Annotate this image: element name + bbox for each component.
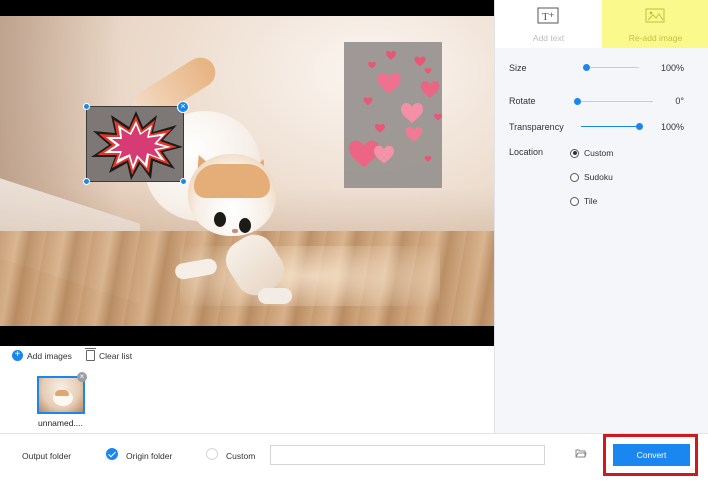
transparency-slider-knob[interactable]	[636, 123, 643, 130]
rotate-slider[interactable]	[574, 98, 653, 105]
tab-re-add-image-label: Re-add image	[628, 33, 683, 43]
location-option-sudoku-label: Sudoku	[584, 172, 613, 182]
image-thumbnail[interactable]	[37, 376, 85, 414]
resize-handle-top-left[interactable]	[83, 103, 90, 110]
transparency-label: Transparency	[509, 122, 564, 132]
starburst-watermark[interactable]: ×	[83, 101, 189, 185]
origin-folder-radio[interactable]	[106, 448, 118, 460]
origin-folder-label: Origin folder	[126, 451, 173, 461]
bottom-bar: Output folder Origin folder Custom Conve…	[0, 433, 708, 489]
transparency-slider[interactable]	[581, 123, 643, 130]
trash-icon	[85, 348, 96, 361]
remove-watermark-icon[interactable]: ×	[177, 101, 189, 113]
output-folder-label: Output folder	[22, 451, 72, 461]
image-preview: ×	[0, 0, 494, 346]
tab-add-text-label: Add text	[532, 33, 565, 43]
starburst-icon	[91, 111, 183, 180]
hearts-icon	[349, 50, 456, 168]
custom-path-input[interactable]	[270, 445, 545, 465]
custom-folder-radio[interactable]	[206, 448, 218, 460]
settings-panel: T + Add text Re-add image Size 100% Rota…	[494, 0, 708, 433]
image-list: + Add images Clear list × unnamed....	[0, 346, 494, 433]
resize-handle-bottom-right[interactable]	[180, 178, 187, 185]
thumbnail-filename: unnamed....	[38, 418, 83, 428]
location-option-custom[interactable]: Custom	[570, 148, 613, 158]
add-images-label: Add images	[27, 350, 72, 361]
radio-sudoku[interactable]	[570, 172, 579, 182]
clear-list-label: Clear list	[99, 350, 133, 361]
add-text-icon: T +	[537, 7, 559, 24]
location-option-tile-label: Tile	[584, 196, 598, 206]
radio-custom[interactable]	[570, 148, 579, 158]
convert-button[interactable]: Convert	[613, 444, 690, 466]
size-value: 100%	[660, 63, 684, 73]
rotate-value: 0°	[675, 96, 684, 106]
image-icon	[645, 8, 665, 23]
size-label: Size	[509, 63, 527, 73]
remove-image-icon[interactable]: ×	[77, 372, 87, 382]
location-label: Location	[509, 147, 544, 157]
location-option-sudoku[interactable]: Sudoku	[570, 172, 613, 182]
transparency-value: 100%	[660, 122, 684, 132]
rotate-label: Rotate	[509, 96, 536, 106]
tab-re-add-image[interactable]: Re-add image	[602, 0, 708, 48]
svg-text:T: T	[542, 11, 549, 23]
plus-icon: +	[12, 350, 23, 361]
rotate-slider-knob[interactable]	[574, 98, 581, 105]
folder-icon[interactable]	[575, 448, 587, 459]
custom-folder-label: Custom	[226, 451, 256, 461]
tab-add-text[interactable]: T + Add text	[495, 0, 602, 48]
size-slider-knob[interactable]	[583, 64, 590, 71]
location-option-custom-label: Custom	[584, 148, 614, 158]
add-images-button[interactable]: + Add images	[12, 350, 72, 361]
svg-text:+: +	[549, 10, 554, 20]
size-slider[interactable]	[583, 64, 639, 71]
clear-list-button[interactable]: Clear list	[85, 348, 133, 361]
location-option-tile[interactable]: Tile	[570, 196, 597, 206]
radio-tile[interactable]	[570, 196, 579, 206]
resize-handle-bottom-left[interactable]	[83, 178, 90, 185]
hearts-watermark[interactable]	[344, 42, 456, 188]
